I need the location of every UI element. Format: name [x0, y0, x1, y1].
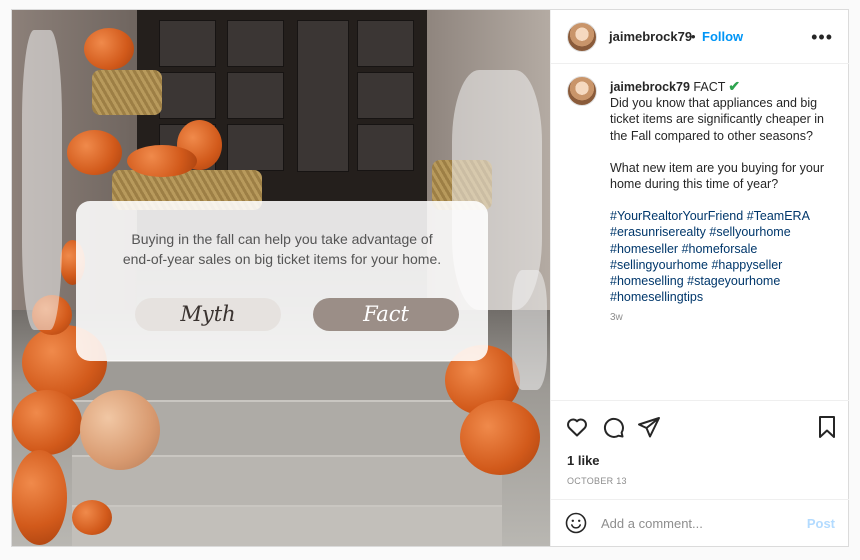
caption-line1: Did you know that appliances and big tic…: [610, 96, 824, 143]
hashtag[interactable]: #TeamERA: [747, 209, 810, 223]
quiz-statement-line2: end-of-year sales on big ticket items fo…: [122, 251, 442, 267]
hashtag[interactable]: #homeseller: [610, 242, 678, 256]
like-count[interactable]: 1 like: [567, 453, 600, 468]
quiz-statement: Buying in the fall can help you take adv…: [76, 229, 488, 269]
myth-button[interactable]: Myth: [135, 298, 281, 331]
post-header: jaimebrock79 • Follow •••: [551, 10, 849, 64]
header-separator: •: [691, 29, 696, 44]
comment-input[interactable]: Add a comment...: [601, 516, 703, 531]
action-bar: 1 like OCTOBER 13: [551, 400, 849, 509]
hashtag[interactable]: #sellingyourhome: [610, 258, 708, 272]
hashtag[interactable]: #homeselling: [610, 274, 684, 288]
emoji-icon[interactable]: [565, 512, 587, 539]
hashtag[interactable]: #erasunriserealty: [610, 225, 706, 239]
share-icon[interactable]: [637, 415, 661, 444]
post-image[interactable]: Buying in the fall can help you take adv…: [12, 10, 550, 546]
caption-username[interactable]: jaimebrock79: [610, 80, 690, 94]
post-sidebar: jaimebrock79 • Follow ••• jaimebrock79 F…: [550, 10, 849, 546]
hashtag-list: #YourRealtorYourFriend #TeamERA #erasunr…: [610, 208, 838, 305]
comment-bar: Add a comment... Post: [551, 499, 849, 547]
fact-button[interactable]: Fact: [313, 298, 459, 331]
post-comment-button[interactable]: Post: [807, 516, 835, 531]
post-card: Buying in the fall can help you take adv…: [11, 9, 849, 547]
hashtag[interactable]: #happyseller: [711, 258, 782, 272]
avatar[interactable]: [567, 22, 597, 52]
more-horizontal-icon[interactable]: •••: [811, 27, 833, 48]
comment-icon[interactable]: [601, 415, 625, 444]
quiz-statement-line1: Buying in the fall can help you take adv…: [131, 231, 433, 247]
bookmark-icon[interactable]: [817, 415, 837, 444]
hashtag[interactable]: #stageyourhome: [687, 274, 780, 288]
hashtag[interactable]: #YourRealtorYourFriend: [610, 209, 743, 223]
post-date[interactable]: OCTOBER 13: [567, 476, 627, 486]
caption-avatar[interactable]: [567, 76, 597, 106]
follow-button[interactable]: Follow: [702, 29, 743, 44]
caption-time[interactable]: 3w: [610, 312, 623, 323]
caption-first-word: FACT: [693, 80, 726, 94]
heart-icon[interactable]: [565, 415, 589, 444]
post-caption: jaimebrock79 FACT ✔ Did you know that app…: [610, 78, 838, 305]
quiz-overlay: Buying in the fall can help you take adv…: [76, 201, 488, 361]
caption-line2: What new item are you buying for your ho…: [610, 160, 824, 192]
header-username[interactable]: jaimebrock79: [609, 29, 692, 44]
hashtag[interactable]: #sellyourhome: [709, 225, 790, 239]
check-mark-icon: ✔: [728, 78, 741, 94]
hashtag[interactable]: #homesellingtips: [610, 290, 703, 304]
hashtag[interactable]: #homeforsale: [682, 242, 758, 256]
